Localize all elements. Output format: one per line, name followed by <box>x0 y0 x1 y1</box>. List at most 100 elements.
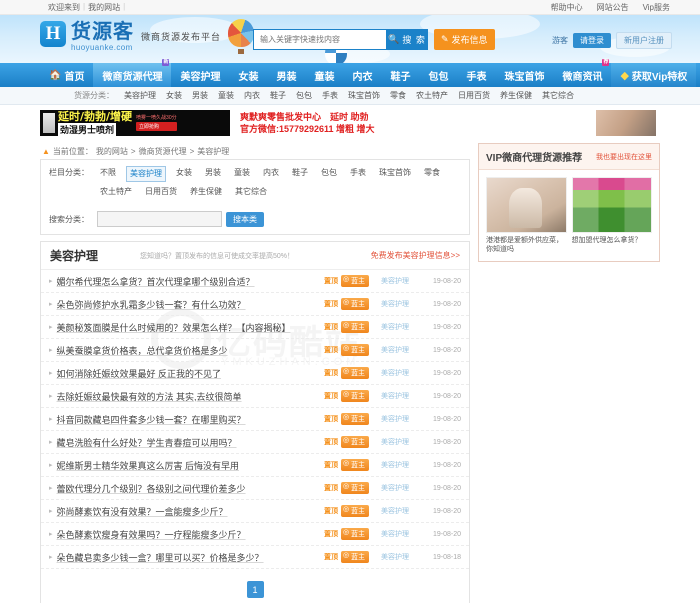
filter-option-all[interactable]: 不限 <box>97 166 119 182</box>
list-item-category[interactable]: 美容护理 <box>369 322 421 332</box>
nav-item-beauty[interactable]: 美容护理 <box>171 63 229 87</box>
list-item-category[interactable]: 美容护理 <box>369 529 421 539</box>
nav-item-news[interactable]: 微商资讯 荐 <box>553 59 611 87</box>
list-item-category[interactable]: 美容护理 <box>369 276 421 286</box>
filter-option-watches[interactable]: 手表 <box>347 166 369 182</box>
list-item[interactable]: ▸ 去除妊娠纹最快最有效的方法 其实,去纹很简单 置顶 蓝主 美容护理 19-0… <box>41 385 469 408</box>
filter-option-daily-goods[interactable]: 日用百货 <box>142 185 180 199</box>
login-button[interactable]: 请登录 <box>573 33 611 48</box>
nav-item-bags[interactable]: 包包 <box>419 63 457 87</box>
help-center-link[interactable]: 帮助中心 <box>551 2 583 13</box>
list-item-category[interactable]: 美容护理 <box>369 345 421 355</box>
subnav-item-health[interactable]: 养生保健 <box>500 90 532 101</box>
subnav-item-beauty[interactable]: 美容护理 <box>124 90 156 101</box>
ad-banner-right[interactable]: 爽默爽零售批发中心 延时 助勃 官方微信:15779292611 增粗 增大 <box>234 110 660 136</box>
vip-panel-link[interactable]: 我也要出现在这里 <box>596 152 652 162</box>
subnav-item-bags[interactable]: 包包 <box>296 90 312 101</box>
nav-item-kids-wear[interactable]: 童装 <box>305 63 343 87</box>
filter-option-underwear[interactable]: 内衣 <box>260 166 282 182</box>
list-item-title[interactable]: 弥尚酵素饮有没有效果？一盒能瘦多少斤？ <box>57 505 228 518</box>
nav-item-weishang-supply[interactable]: 微商货源代理 新 <box>93 59 172 87</box>
list-item-title[interactable]: 朵色酵素饮瘦身有效果吗？一疗程能瘦多少斤？ <box>57 528 246 541</box>
nav-item-watches[interactable]: 手表 <box>457 63 495 87</box>
list-item[interactable]: ▸ 美颜秘笈面膜是什么时候用的？效果怎么样？【内容揭秘】 置顶 蓝主 美容护理 … <box>41 316 469 339</box>
subnav-item-mens-wear[interactable]: 男装 <box>192 90 208 101</box>
list-item-category[interactable]: 美容护理 <box>369 506 421 516</box>
ad-buy-button[interactable]: 立即抢购 <box>136 122 177 131</box>
vip-card[interactable]: 港港都是爱额外供应菜，你知道吗 <box>486 177 567 254</box>
list-item[interactable]: ▸ 蕾欧代理分几个级别？各级别之间代理价差多少 置顶 蓝主 美容护理 19-08… <box>41 477 469 500</box>
list-item-title[interactable]: 朵色藏皂卖多少钱一盒？哪里可以买？价格是多少？ <box>57 551 264 564</box>
filter-option-kids-wear[interactable]: 童装 <box>231 166 253 182</box>
list-item[interactable]: ▸ 弥尚酵素饮有没有效果？一盒能瘦多少斤？ 置顶 蓝主 美容护理 19-08-2… <box>41 500 469 523</box>
site-logo[interactable]: H 货源客 huoyuanke.com 微商货源发布平台 <box>40 21 221 52</box>
list-item[interactable]: ▸ 妮维斯男士精华效果真这么厉害 后悔没有早用 置顶 蓝主 美容护理 19-08… <box>41 454 469 477</box>
nav-item-womens-wear[interactable]: 女装 <box>229 63 267 87</box>
list-item-title[interactable]: 如何消除妊娠纹效果最好 反正我的不见了 <box>57 367 222 380</box>
my-site-link[interactable]: 我的网站 <box>88 2 120 13</box>
list-item-title[interactable]: 美颜秘笈面膜是什么时候用的？效果怎么样？【内容揭秘】 <box>57 321 291 334</box>
nav-item-get-vip[interactable]: ◆ 获取Vip特权 <box>611 63 697 87</box>
category-search-button[interactable]: 搜本类 <box>226 211 264 227</box>
ad-banner-left[interactable]: 延时/勃勃/增硬 劲湿男士喷剂 喷雾一喷久战30分 立即抢购 <box>40 110 230 136</box>
filter-option-health[interactable]: 养生保健 <box>187 185 225 199</box>
subnav-item-shoes[interactable]: 鞋子 <box>270 90 286 101</box>
nav-item-underwear[interactable]: 内衣 <box>343 63 381 87</box>
search-button[interactable]: 🔍 搜 索 <box>386 29 428 50</box>
subnav-item-womens-wear[interactable]: 女装 <box>166 90 182 101</box>
subnav-item-underwear[interactable]: 内衣 <box>244 90 260 101</box>
site-notice-link[interactable]: 网站公告 <box>597 2 629 13</box>
subnav-item-daily-goods[interactable]: 日用百货 <box>458 90 490 101</box>
subnav-item-jewelry[interactable]: 珠宝首饰 <box>348 90 380 101</box>
subnav-item-others[interactable]: 其它综合 <box>542 90 574 101</box>
vip-card[interactable]: 想加盟代理怎么拿货？ <box>571 177 652 254</box>
list-item[interactable]: ▸ 朵色弥尚修护水乳霜多少钱一套？有什么功效？ 置顶 蓝主 美容护理 19-08… <box>41 293 469 316</box>
page-button-1[interactable]: 1 <box>246 581 264 598</box>
list-item-category[interactable]: 美容护理 <box>369 460 421 470</box>
register-button[interactable]: 新用户注册 <box>616 32 672 49</box>
list-item-title[interactable]: 妮维斯男士精华效果真这么厉害 后悔没有早用 <box>57 459 240 472</box>
filter-option-farm-products[interactable]: 农土特产 <box>97 185 135 199</box>
list-item-title[interactable]: 媚尔希代理怎么拿货？首次代理拿哪个级别合适？ <box>57 275 255 288</box>
list-item-category[interactable]: 美容护理 <box>369 483 421 493</box>
nav-item-mens-wear[interactable]: 男装 <box>267 63 305 87</box>
post-info-button[interactable]: ✎ 发布信息 <box>434 29 495 50</box>
filter-option-others[interactable]: 其它综合 <box>232 185 270 199</box>
vip-service-link[interactable]: Vip服务 <box>643 2 670 13</box>
list-item-title[interactable]: 去除妊娠纹最快最有效的方法 其实,去纹很简单 <box>57 390 242 403</box>
filter-option-shoes[interactable]: 鞋子 <box>289 166 311 182</box>
filter-option-bags[interactable]: 包包 <box>318 166 340 182</box>
list-item-category[interactable]: 美容护理 <box>369 437 421 447</box>
search-input[interactable] <box>253 29 386 50</box>
list-item-category[interactable]: 美容护理 <box>369 414 421 424</box>
list-item[interactable]: ▸ 媚尔希代理怎么拿货？首次代理拿哪个级别合适？ 置顶 蓝主 美容护理 19-0… <box>41 270 469 293</box>
list-item-title[interactable]: 朵色弥尚修护水乳霜多少钱一套？有什么功效？ <box>57 298 246 311</box>
filter-option-beauty[interactable]: 美容护理 <box>126 166 166 182</box>
nav-item-home[interactable]: 🏠 首页 <box>40 63 93 87</box>
subnav-item-farm-products[interactable]: 农土特产 <box>416 90 448 101</box>
list-item[interactable]: ▸ 藏皂洗脸有什么好处？学生青春痘可以用吗？ 置顶 蓝主 美容护理 19-08-… <box>41 431 469 454</box>
list-item-title[interactable]: 蕾欧代理分几个级别？各级别之间代理价差多少 <box>57 482 246 495</box>
list-item-category[interactable]: 美容护理 <box>369 368 421 378</box>
filter-option-mens-wear[interactable]: 男装 <box>202 166 224 182</box>
subnav-item-kids-wear[interactable]: 童装 <box>218 90 234 101</box>
breadcrumb-item-site[interactable]: 我的网站 <box>96 146 128 157</box>
list-item[interactable]: ▸ 纵美蚕膜拿货价格表，总代拿货价格是多少 置顶 蓝主 美容护理 19-08-2… <box>41 339 469 362</box>
subnav-item-watches[interactable]: 手表 <box>322 90 338 101</box>
list-item[interactable]: ▸ 朵色藏皂卖多少钱一盒？哪里可以买？价格是多少？ 置顶 蓝主 美容护理 19-… <box>41 546 469 569</box>
nav-item-jewelry[interactable]: 珠宝首饰 <box>495 63 553 87</box>
list-item-title[interactable]: 抖音同款藏皂四件套多少钱一套？在哪里购买？ <box>57 413 246 426</box>
breadcrumb-item-supply[interactable]: 微商货源代理 <box>139 146 187 157</box>
list-item-title[interactable]: 纵美蚕膜拿货价格表，总代拿货价格是多少 <box>57 344 228 357</box>
list-item-title[interactable]: 藏皂洗脸有什么好处？学生青春痘可以用吗？ <box>57 436 237 449</box>
list-item-category[interactable]: 美容护理 <box>369 299 421 309</box>
list-item-category[interactable]: 美容护理 <box>369 391 421 401</box>
list-item[interactable]: ▸ 抖音同款藏皂四件套多少钱一套？在哪里购买？ 置顶 蓝主 美容护理 19-08… <box>41 408 469 431</box>
subnav-item-snacks[interactable]: 零食 <box>390 90 406 101</box>
nav-item-shoes[interactable]: 鞋子 <box>381 63 419 87</box>
list-item[interactable]: ▸ 朵色酵素饮瘦身有效果吗？一疗程能瘦多少斤？ 置顶 蓝主 美容护理 19-08… <box>41 523 469 546</box>
list-item[interactable]: ▸ 如何消除妊娠纹效果最好 反正我的不见了 置顶 蓝主 美容护理 19-08-2… <box>41 362 469 385</box>
list-item-category[interactable]: 美容护理 <box>369 552 421 562</box>
filter-option-jewelry[interactable]: 珠宝首饰 <box>376 166 414 182</box>
free-post-link[interactable]: 免费发布美容护理信息>> <box>371 250 460 261</box>
